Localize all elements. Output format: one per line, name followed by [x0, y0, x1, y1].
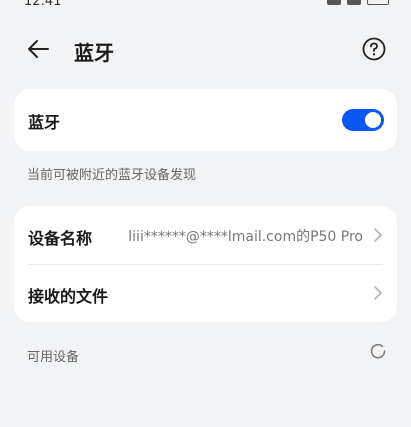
device-settings-card: 设备名称 liii******@****lmail.com的P50 Pro 接收… [14, 206, 397, 322]
loading-spinner-icon [370, 343, 386, 359]
header: 蓝牙 [0, 28, 411, 72]
bluetooth-label: 蓝牙 [28, 113, 61, 132]
toggle-knob [365, 112, 381, 128]
battery-icon [367, 0, 389, 5]
wifi-icon [347, 0, 361, 5]
device-name-row[interactable]: 设备名称 liii******@****lmail.com的P50 Pro [14, 206, 397, 264]
status-bar: 12:41 [0, 0, 411, 14]
question-circle-icon [362, 37, 386, 61]
bluetooth-card: 蓝牙 [14, 89, 397, 151]
status-time: 12:41 [24, 0, 62, 9]
bluetooth-toggle[interactable] [342, 109, 384, 131]
device-name-value: liii******@****lmail.com的P50 Pro [128, 229, 363, 245]
arrow-left-icon [28, 40, 49, 58]
device-name-label: 设备名称 [28, 229, 93, 248]
status-icons [327, 0, 389, 5]
chevron-right-icon [374, 286, 382, 300]
page-title: 蓝牙 [74, 41, 114, 65]
visibility-hint: 当前可被附近的蓝牙设备发现 [27, 168, 197, 183]
available-devices-label: 可用设备 [27, 350, 80, 365]
received-files-row[interactable]: 接收的文件 [14, 264, 397, 322]
chevron-right-icon [374, 228, 382, 242]
back-button[interactable] [24, 34, 54, 64]
received-files-label: 接收的文件 [28, 287, 109, 306]
signal-icon [327, 0, 341, 5]
help-button[interactable] [361, 36, 387, 62]
